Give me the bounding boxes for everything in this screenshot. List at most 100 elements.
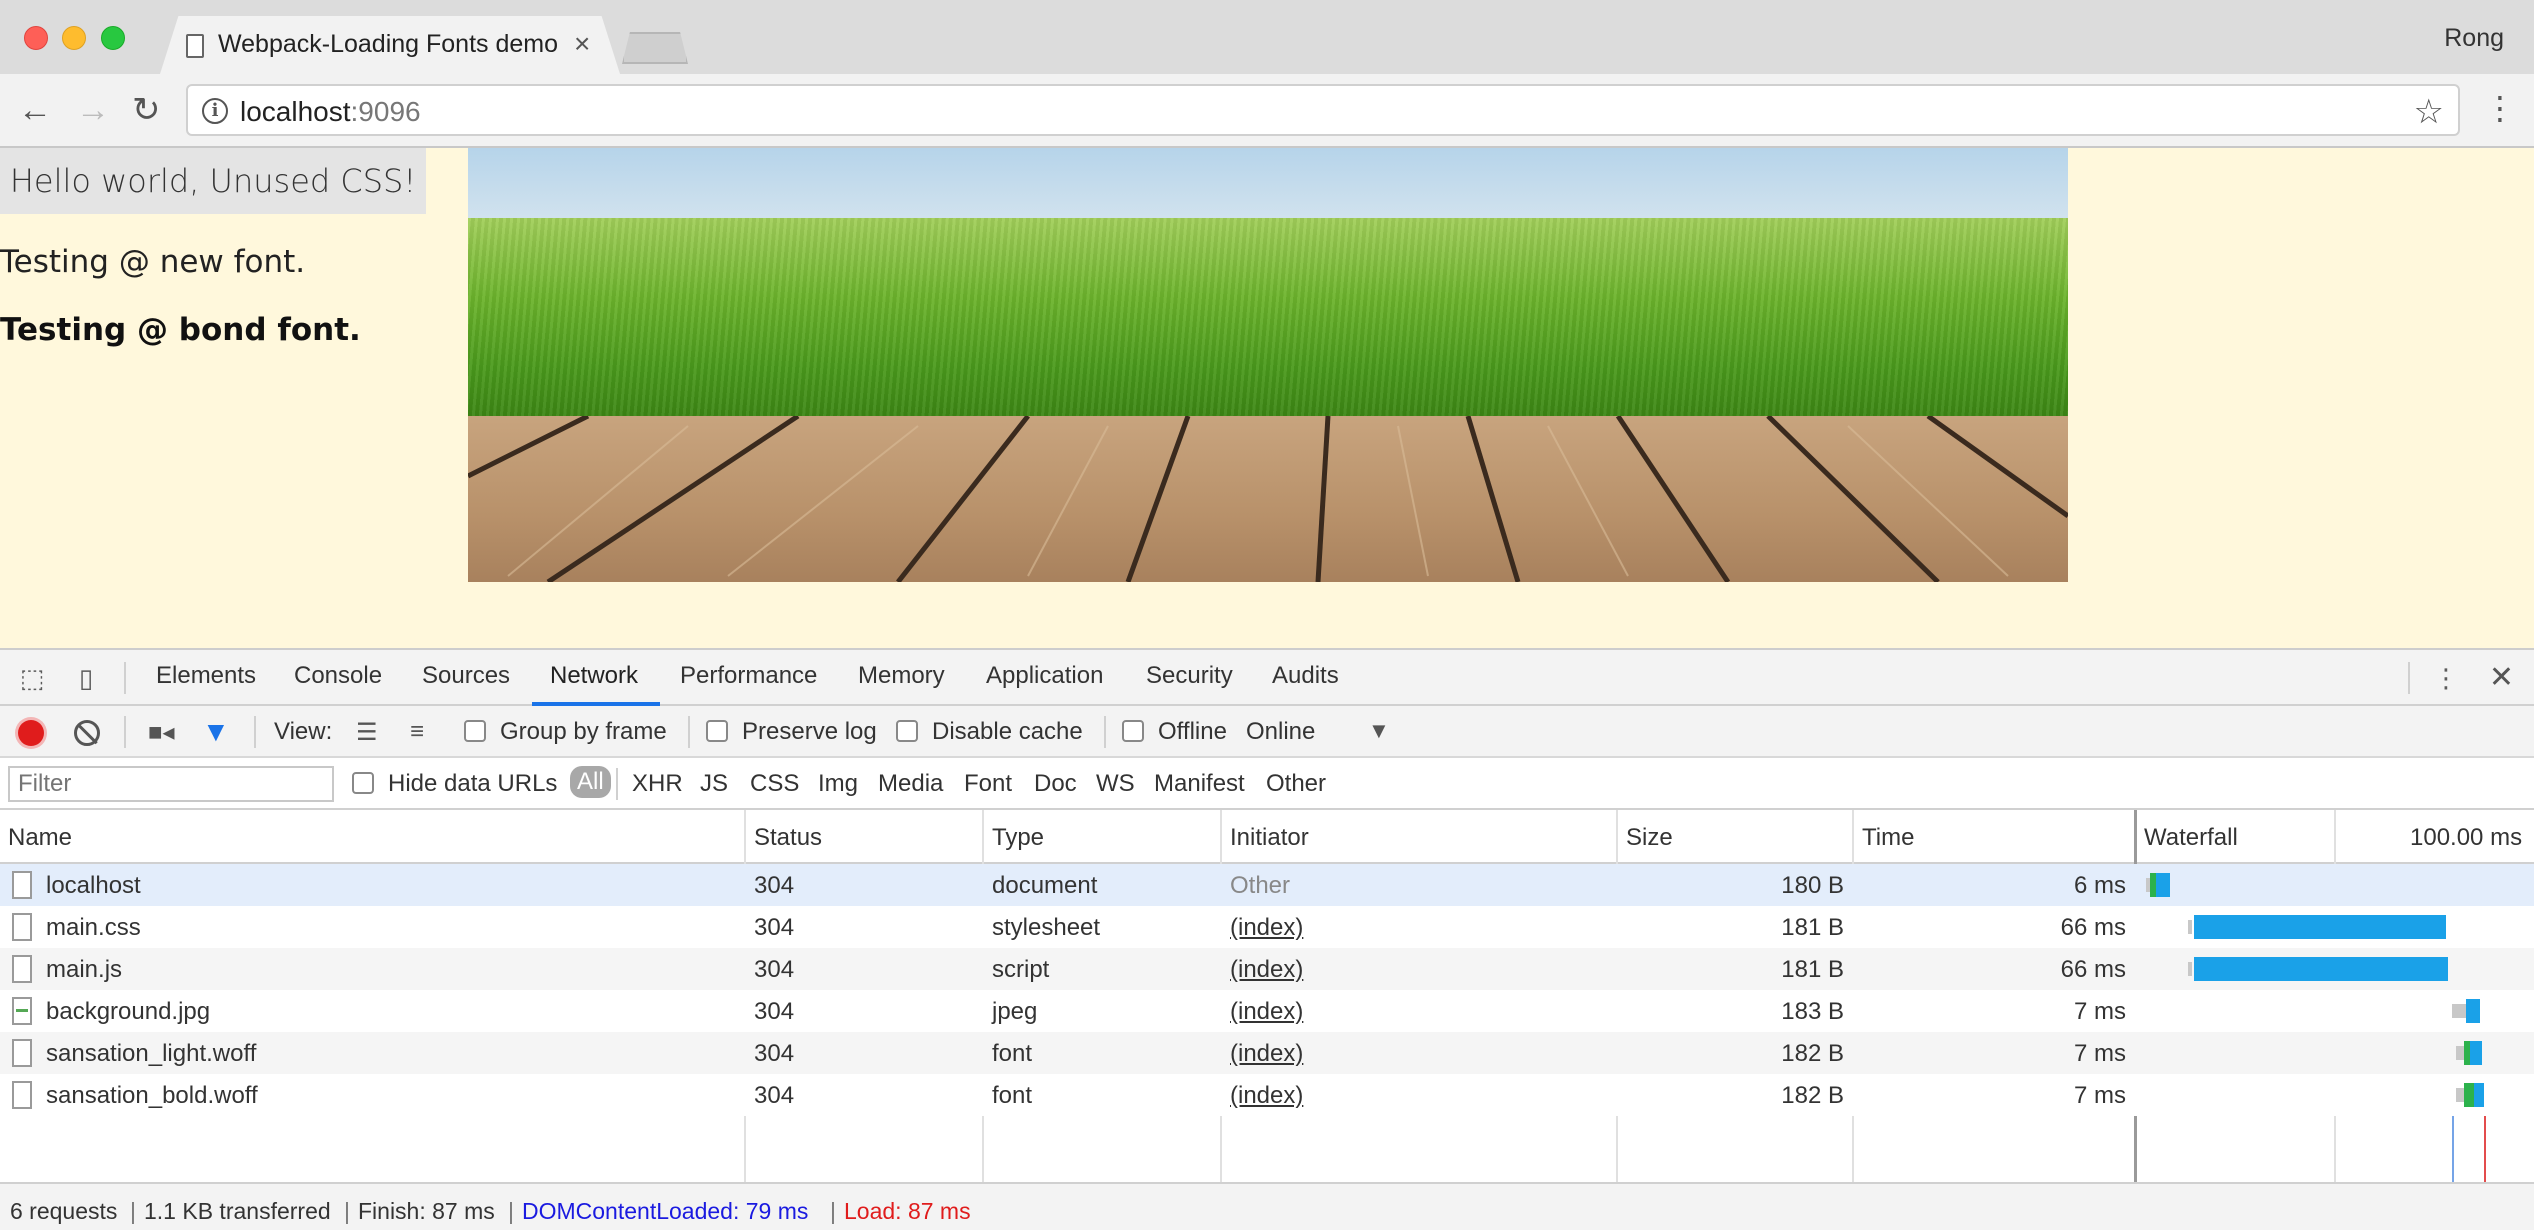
address-bar[interactable]: i localhost:9096 ☆: [186, 84, 2460, 136]
forward-arrow-icon[interactable]: →: [76, 92, 110, 128]
disable-cache-checkbox[interactable]: [896, 720, 918, 742]
devtools-menu-icon[interactable]: ⋮: [2432, 664, 2460, 692]
request-initiator-link[interactable]: (index): [1230, 956, 1303, 984]
devtools-tab-bar: ⬚ ▯ Elements Console Sources Network Per…: [0, 650, 2534, 706]
tab-audits[interactable]: Audits: [1272, 662, 1339, 690]
request-initiator-link[interactable]: (index): [1230, 914, 1303, 942]
tab-sources[interactable]: Sources: [422, 662, 510, 690]
table-row[interactable]: background.jpg 304 jpeg (index) 183 B 7 …: [0, 990, 2534, 1032]
hide-data-urls-checkbox[interactable]: [352, 772, 374, 794]
request-status: 304: [754, 998, 795, 1025]
filter-type-all[interactable]: All: [570, 766, 611, 798]
bookmark-star-icon[interactable]: ☆: [2414, 92, 2444, 132]
filter-type-xhr[interactable]: XHR: [632, 770, 683, 798]
back-arrow-icon[interactable]: ←: [18, 92, 52, 128]
record-button[interactable]: [18, 720, 44, 746]
tab-security[interactable]: Security: [1146, 662, 1233, 690]
filter-type-manifest[interactable]: Manifest: [1154, 770, 1245, 798]
waterfall-scale-label: 100.00 ms: [2410, 824, 2523, 851]
screenshot-camera-icon[interactable]: ■◂: [148, 718, 175, 747]
filter-input[interactable]: [8, 766, 334, 802]
tab-performance[interactable]: Performance: [680, 662, 817, 690]
url-text[interactable]: localhost:9096: [240, 96, 421, 128]
request-size: 180 B: [1781, 872, 1844, 899]
column-header-name[interactable]: Name: [8, 824, 72, 852]
filter-type-font[interactable]: Font: [964, 770, 1012, 798]
network-summary-bar: 6 requests | 1.1 KB transferred | Finish…: [0, 1182, 2534, 1230]
chevron-down-icon[interactable]: ▼: [1368, 718, 1390, 744]
preserve-log-checkbox[interactable]: [706, 720, 728, 742]
devtools-close-icon[interactable]: ✕: [2489, 660, 2514, 695]
tab-memory[interactable]: Memory: [858, 662, 945, 690]
request-name[interactable]: sansation_bold.woff: [46, 1082, 258, 1110]
column-header-waterfall[interactable]: Waterfall: [2144, 824, 2238, 852]
waterfall-bar-stub: [2452, 1004, 2466, 1018]
request-initiator-link[interactable]: (index): [1230, 1082, 1303, 1110]
tab-console[interactable]: Console: [294, 662, 382, 690]
view-label: View:: [274, 718, 333, 745]
request-name[interactable]: localhost: [46, 872, 141, 900]
clear-button[interactable]: [74, 720, 100, 746]
window-zoom-button[interactable]: [101, 26, 125, 50]
request-initiator-link[interactable]: (index): [1230, 1040, 1303, 1068]
request-size: 181 B: [1781, 956, 1844, 983]
new-tab-button[interactable]: [622, 32, 688, 64]
group-by-frame-checkbox[interactable]: [464, 720, 486, 742]
summary-requests: 6 requests: [10, 1198, 118, 1224]
request-name[interactable]: background.jpg: [46, 998, 210, 1026]
table-row[interactable]: sansation_light.woff 304 font (index) 18…: [0, 1032, 2534, 1074]
request-status: 304: [754, 1040, 795, 1067]
tab-application[interactable]: Application: [986, 662, 1103, 690]
device-toolbar-icon[interactable]: ▯: [72, 664, 100, 692]
large-rows-icon[interactable]: ☰: [356, 718, 378, 747]
column-header-type[interactable]: Type: [992, 824, 1044, 852]
info-icon[interactable]: i: [202, 98, 228, 124]
request-status: 304: [754, 872, 795, 899]
profile-name[interactable]: Rong: [2444, 24, 2504, 53]
waterfall-bar: [2194, 957, 2448, 981]
column-header-size[interactable]: Size: [1626, 824, 1673, 852]
filter-type-other[interactable]: Other: [1266, 770, 1326, 798]
tab-close-icon[interactable]: ×: [574, 28, 590, 60]
filter-type-ws[interactable]: WS: [1096, 770, 1135, 798]
column-header-time[interactable]: Time: [1862, 824, 1914, 852]
table-row[interactable]: main.js 304 script (index) 181 B 66 ms: [0, 948, 2534, 990]
browser-menu-icon[interactable]: ⋮: [2484, 90, 2516, 126]
request-name[interactable]: main.css: [46, 914, 141, 942]
request-initiator-link[interactable]: (index): [1230, 998, 1303, 1026]
font-file-icon: [12, 1039, 32, 1067]
offline-checkbox[interactable]: [1122, 720, 1144, 742]
filter-type-img[interactable]: Img: [818, 770, 858, 798]
request-status: 304: [754, 956, 795, 983]
request-name[interactable]: sansation_light.woff: [46, 1040, 256, 1068]
column-header-initiator[interactable]: Initiator: [1230, 824, 1309, 852]
request-size: 182 B: [1781, 1040, 1844, 1067]
table-row[interactable]: localhost 304 document Other 180 B 6 ms: [0, 864, 2534, 906]
filter-type-doc[interactable]: Doc: [1034, 770, 1077, 798]
overview-icon[interactable]: ≡: [410, 718, 424, 746]
tab-network[interactable]: Network: [550, 662, 638, 690]
page-viewport: Hello world, Unused CSS! Testing @ new f…: [0, 148, 2534, 648]
window-minimize-button[interactable]: [62, 26, 86, 50]
filter-type-media[interactable]: Media: [878, 770, 943, 798]
hide-data-urls-label: Hide data URLs: [388, 770, 558, 797]
table-row[interactable]: main.css 304 stylesheet (index) 181 B 66…: [0, 906, 2534, 948]
disable-cache-label: Disable cache: [932, 718, 1083, 745]
tab-elements[interactable]: Elements: [156, 662, 256, 690]
inspect-element-icon[interactable]: ⬚: [18, 664, 46, 692]
request-type: document: [992, 872, 1098, 899]
page-icon: [186, 34, 204, 58]
request-name[interactable]: main.js: [46, 956, 122, 984]
filter-type-js[interactable]: JS: [700, 770, 728, 798]
request-time: 7 ms: [2073, 1082, 2126, 1109]
table-row[interactable]: sansation_bold.woff 304 font (index) 182…: [0, 1074, 2534, 1116]
hello-button[interactable]: Hello world, Unused CSS!: [0, 148, 426, 214]
throttle-select[interactable]: Online: [1246, 718, 1315, 746]
filter-type-css[interactable]: CSS: [750, 770, 799, 798]
window-close-button[interactable]: [24, 26, 48, 50]
filter-funnel-icon[interactable]: ▼: [202, 716, 230, 748]
waterfall-bar: [2156, 873, 2170, 897]
reload-icon[interactable]: ↻: [132, 92, 161, 128]
column-header-status[interactable]: Status: [754, 824, 822, 852]
request-time: 66 ms: [2060, 956, 2126, 983]
